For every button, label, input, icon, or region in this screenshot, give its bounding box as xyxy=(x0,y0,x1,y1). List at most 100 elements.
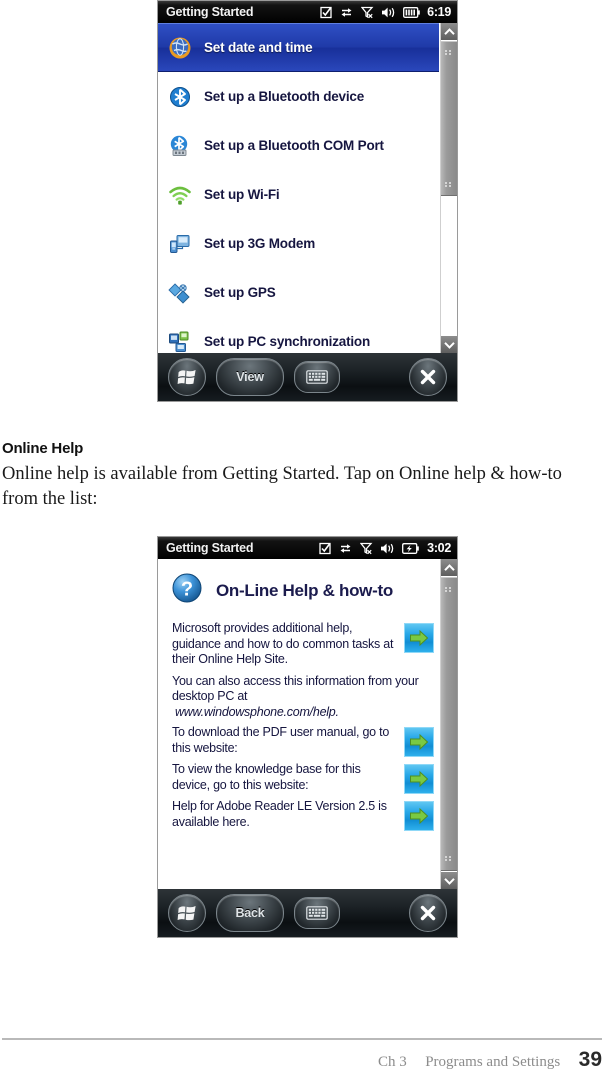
help-block[interactable]: To download the PDF user manual, go to t… xyxy=(158,725,440,757)
bluetooth-com-port-icon xyxy=(168,134,192,158)
connectivity-icon[interactable] xyxy=(340,6,354,19)
titlebar-title: Getting Started xyxy=(166,5,254,19)
battery-icon[interactable] xyxy=(403,6,420,18)
list-item-label: Set up PC synchronization xyxy=(204,334,371,349)
page-paragraph: Online help is available from Getting St… xyxy=(2,464,562,509)
page-section-heading: Online Help xyxy=(2,440,84,457)
help-block[interactable]: To view the knowledge base for this devi… xyxy=(158,762,440,794)
help-go-arrow-button[interactable] xyxy=(404,801,434,831)
signal-off-icon[interactable] xyxy=(360,542,373,555)
list-item-label: Set up GPS xyxy=(204,285,276,300)
start-button[interactable] xyxy=(168,358,206,396)
softkey-back-button[interactable]: Back xyxy=(216,894,284,932)
help-block-text: To view the knowledge base for this devi… xyxy=(172,762,361,792)
help-block: You can also access this information fro… xyxy=(158,674,440,705)
scrollbar-thumb[interactable] xyxy=(441,577,457,871)
help-block-text: Help for Adobe Reader LE Version 2.5 is … xyxy=(172,799,387,829)
help-content-area: ? On-Line Help & how-to Microsoft provid… xyxy=(158,559,457,889)
volume-icon[interactable] xyxy=(380,542,395,555)
scrollbar-grip-top-icon xyxy=(445,587,453,592)
green-arrow-icon xyxy=(410,770,429,788)
list-item[interactable]: Set up GPS xyxy=(158,268,440,317)
titlebar-status-icons xyxy=(319,542,420,555)
help-block: www.windowsphone.com/help. xyxy=(158,705,440,721)
list-item-label: Set up 3G Modem xyxy=(204,236,316,251)
connectivity-icon[interactable] xyxy=(339,542,353,555)
section-paragraph-block: Online help is available from Getting St… xyxy=(2,462,592,512)
scrollbar-grip-bottom-icon xyxy=(445,182,453,187)
help-block[interactable]: Microsoft provides additional help, guid… xyxy=(158,621,440,668)
help-heading-label: On-Line Help & how-to xyxy=(216,580,393,600)
help-page-heading: ? On-Line Help & how-to xyxy=(158,559,440,614)
vertical-scrollbar[interactable] xyxy=(440,559,457,889)
close-button[interactable] xyxy=(409,894,447,932)
note-icon[interactable] xyxy=(319,542,332,555)
green-arrow-icon xyxy=(410,733,429,751)
note-icon[interactable] xyxy=(320,6,333,19)
titlebar-time: 3:02 xyxy=(427,541,451,555)
help-block-text: To download the PDF user manual, go to t… xyxy=(172,725,390,755)
bluetooth-icon xyxy=(168,85,192,109)
help-block[interactable]: Help for Adobe Reader LE Version 2.5 is … xyxy=(158,799,440,831)
page-footer: Ch 3 Programs and Settings 39 xyxy=(0,1048,602,1072)
pc-sync-icon xyxy=(168,330,192,354)
keyboard-button[interactable] xyxy=(294,897,340,929)
titlebar-status-icons xyxy=(320,6,420,19)
modem-icon xyxy=(168,232,192,256)
volume-icon[interactable] xyxy=(381,6,396,19)
footer-section: Programs and Settings xyxy=(425,1054,561,1070)
scrollbar-grip-bottom-icon xyxy=(445,856,453,861)
list-item[interactable]: Set up a Bluetooth COM Port xyxy=(158,121,440,170)
keyboard-icon xyxy=(306,906,328,920)
softkey-view-button[interactable]: View xyxy=(216,358,284,396)
titlebar-time: 6:19 xyxy=(427,5,451,19)
scroll-up-arrow-icon[interactable] xyxy=(441,559,457,576)
titlebar: Getting Started xyxy=(158,1,457,23)
help-block-text: Microsoft provides additional help, guid… xyxy=(172,621,394,666)
windows-start-icon xyxy=(177,906,196,921)
titlebar: Getting Started xyxy=(158,537,457,559)
footer-divider xyxy=(2,1038,602,1040)
close-button[interactable] xyxy=(409,358,447,396)
close-icon xyxy=(420,905,436,921)
scroll-down-arrow-icon[interactable] xyxy=(441,872,457,889)
clock-globe-icon xyxy=(168,36,192,60)
scroll-down-arrow-icon[interactable] xyxy=(441,336,457,353)
list-item[interactable]: Set up a Bluetooth device xyxy=(158,72,440,121)
help-go-arrow-button[interactable] xyxy=(404,623,434,653)
list-item[interactable]: Set up PC synchronization xyxy=(158,317,440,353)
list-item[interactable]: Set up 3G Modem xyxy=(158,219,440,268)
list-item-label: Set up a Bluetooth COM Port xyxy=(204,138,384,153)
list-item-label: Set up Wi-Fi xyxy=(204,187,280,202)
pda-screenshot-online-help: Getting Started 3:02 ? On-Line Help & ho… xyxy=(157,536,458,938)
help-go-arrow-button[interactable] xyxy=(404,764,434,794)
section-heading-block: Online Help xyxy=(2,440,602,457)
list-item[interactable]: Set up Wi-Fi xyxy=(158,170,440,219)
keyboard-icon xyxy=(306,370,328,384)
bottom-toolbar: View xyxy=(158,353,457,401)
wifi-icon xyxy=(168,183,192,207)
list-content-area: Set date and time Set up a Bluetooth dev… xyxy=(158,23,457,353)
start-button[interactable] xyxy=(168,894,206,932)
scrollbar-thumb[interactable] xyxy=(441,41,457,196)
help-block-text: You can also access this information fro… xyxy=(172,673,419,704)
battery-charging-icon[interactable] xyxy=(402,542,420,554)
signal-off-icon[interactable] xyxy=(361,6,374,19)
gps-icon xyxy=(168,281,192,305)
green-arrow-icon xyxy=(410,807,429,825)
footer-chapter: Ch 3 xyxy=(377,1054,407,1070)
help-block-text: www.windowsphone.com/help. xyxy=(175,704,339,719)
list-item[interactable]: Set date and time xyxy=(158,23,439,72)
scrollbar-grip-top-icon xyxy=(445,50,453,55)
vertical-scrollbar[interactable] xyxy=(440,23,457,353)
titlebar-title: Getting Started xyxy=(166,541,254,555)
windows-start-icon xyxy=(177,370,196,385)
green-arrow-icon xyxy=(410,629,429,647)
scroll-up-arrow-icon[interactable] xyxy=(441,23,457,40)
svg-text:?: ? xyxy=(181,579,193,601)
softkey-label: Back xyxy=(235,906,265,920)
keyboard-button[interactable] xyxy=(294,361,340,393)
help-go-arrow-button[interactable] xyxy=(404,727,434,757)
pda-screenshot-getting-started-list: Getting Started 6:19 Set date and time S… xyxy=(157,0,458,402)
close-icon xyxy=(420,369,436,385)
